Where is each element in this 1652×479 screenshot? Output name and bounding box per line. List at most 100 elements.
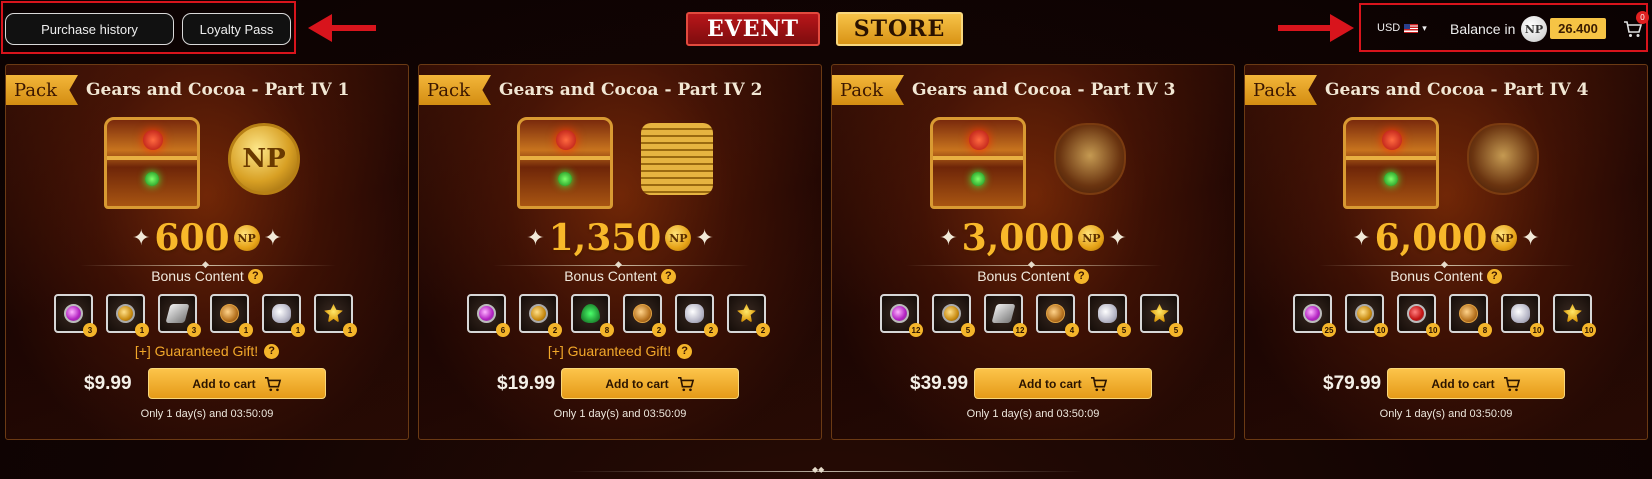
cart-count-badge: 0 <box>1636 11 1649 24</box>
add-to-cart-button[interactable]: Add to cart <box>1387 368 1565 399</box>
gift-label: [+] Guaranteed Gift! <box>547 343 672 359</box>
bonus-content-heading: Bonus Content ? <box>1245 268 1647 284</box>
bonus-content-heading: Bonus Content ? <box>419 268 821 284</box>
arrow-right-icon <box>1278 14 1354 42</box>
add-to-cart-button[interactable]: Add to cart <box>974 368 1152 399</box>
bonus-item[interactable]: 10 <box>1397 294 1440 337</box>
gold-bag-icon <box>1467 123 1539 195</box>
silver-ingot-icon <box>165 304 190 323</box>
flourish-right-icon: ✦ <box>1521 225 1540 250</box>
bonus-content-heading: Bonus Content ? <box>832 268 1234 284</box>
bonus-item[interactable]: 10 <box>1501 294 1544 337</box>
amber-gem-icon <box>942 304 961 323</box>
cart-icon <box>1503 376 1520 391</box>
bonus-item[interactable]: 2 <box>519 294 562 337</box>
item-qty-badge: 12 <box>909 323 923 337</box>
help-icon[interactable]: ? <box>660 268 676 284</box>
guaranteed-gift[interactable]: [+] Guaranteed Gift! ? <box>419 343 821 359</box>
treasure-chest-icon <box>930 117 1026 209</box>
cart-icon <box>264 376 281 391</box>
item-qty-badge: 2 <box>756 323 770 337</box>
np-coin-icon: NP <box>1521 16 1547 42</box>
medal-icon <box>1563 304 1582 323</box>
balance-label: Balance in <box>1450 21 1516 37</box>
help-icon[interactable]: ? <box>247 268 263 284</box>
currency-select[interactable]: USD ▾ <box>1377 22 1427 34</box>
bonus-item[interactable]: 25 <box>1293 294 1336 337</box>
offer-timer: Only 1 day(s) and 03:50:09 <box>1379 408 1513 420</box>
bonus-item[interactable]: 2 <box>727 294 770 337</box>
guaranteed-gift[interactable]: [+] Guaranteed Gift! ? <box>6 343 408 359</box>
bonus-item[interactable]: 8 <box>1449 294 1492 337</box>
offer-timer: Only 1 day(s) and 03:50:09 <box>553 408 687 420</box>
pack-card: Pack Gears and Cocoa - Part IV 4 ✦ 6,000… <box>1244 64 1648 440</box>
amber-gem-icon <box>529 304 548 323</box>
bonus-item[interactable]: 10 <box>1345 294 1388 337</box>
tab-store[interactable]: STORE <box>836 12 963 46</box>
bonus-item[interactable]: 5 <box>932 294 975 337</box>
np-coin-icon: NP <box>228 123 300 195</box>
bonus-items: 12 5 12 4 5 5 <box>880 294 1188 338</box>
treasure-chest-icon <box>104 117 200 209</box>
np-label: NP <box>242 144 286 174</box>
help-icon[interactable]: ? <box>1486 268 1502 284</box>
price: $9.99 <box>84 373 132 394</box>
bonus-item[interactable]: 5 <box>1088 294 1131 337</box>
bonus-item[interactable]: 1 <box>210 294 253 337</box>
offer-timer: Only 1 day(s) and 03:50:09 <box>140 408 274 420</box>
loyalty-pass-button[interactable]: Loyalty Pass <box>182 13 291 45</box>
cart-label: Add to cart <box>605 376 669 391</box>
treasure-chest-icon <box>517 117 613 209</box>
purple-gem-icon <box>477 304 496 323</box>
purple-gem-icon <box>64 304 83 323</box>
np-coin-icon: NP <box>1491 225 1518 251</box>
bonus-item[interactable]: 4 <box>1036 294 1079 337</box>
pack-tag: Pack <box>6 75 78 105</box>
bonus-item[interactable]: 1 <box>262 294 305 337</box>
add-to-cart-button[interactable]: Add to cart <box>148 368 326 399</box>
item-qty-badge: 10 <box>1582 323 1596 337</box>
divider <box>1319 259 1575 270</box>
bonus-item[interactable]: 1 <box>314 294 357 337</box>
bonus-content-heading: Bonus Content ? <box>6 268 408 284</box>
bonus-item[interactable]: 3 <box>54 294 97 337</box>
bonus-item[interactable]: 12 <box>984 294 1027 337</box>
tab-event[interactable]: EVENT <box>686 12 820 46</box>
pack-tag: Pack <box>1245 75 1317 105</box>
price: $79.99 <box>1323 373 1382 394</box>
help-icon[interactable]: ? <box>1073 268 1089 284</box>
medal-icon <box>1150 304 1169 323</box>
bonus-item[interactable]: 8 <box>571 294 614 337</box>
caret-down-icon: ▾ <box>1422 22 1427 33</box>
bonus-item[interactable]: 1 <box>106 294 149 337</box>
bonus-item[interactable]: 12 <box>880 294 923 337</box>
np-amount: 1,350 <box>548 217 662 259</box>
help-icon[interactable]: ? <box>677 343 693 359</box>
bonus-item[interactable]: 2 <box>623 294 666 337</box>
bonus-item[interactable]: 5 <box>1140 294 1183 337</box>
bonus-item[interactable]: 2 <box>675 294 718 337</box>
bonus-item[interactable]: 6 <box>467 294 510 337</box>
bonus-label: Bonus Content <box>977 268 1070 284</box>
item-qty-badge: 2 <box>704 323 718 337</box>
np-amount: 6,000 <box>1374 217 1488 259</box>
item-qty-badge: 12 <box>1013 323 1027 337</box>
item-qty-badge: 10 <box>1530 323 1544 337</box>
pack-tag: Pack <box>832 75 904 105</box>
price: $39.99 <box>910 373 969 394</box>
purchase-history-button[interactable]: Purchase history <box>5 13 174 45</box>
help-icon[interactable]: ? <box>264 343 280 359</box>
add-to-cart-button[interactable]: Add to cart <box>561 368 739 399</box>
price: $19.99 <box>497 373 556 394</box>
item-qty-badge: 5 <box>1169 323 1183 337</box>
bonus-items: 3 1 3 1 1 1 <box>54 294 362 338</box>
item-qty-badge: 2 <box>652 323 666 337</box>
bonus-item[interactable]: 10 <box>1553 294 1596 337</box>
bonus-item[interactable]: 3 <box>158 294 201 337</box>
np-amount-row: ✦ 6,000 NP ✦ <box>1245 217 1647 259</box>
np-amount-row: ✦ 1,350 NP ✦ <box>419 217 821 259</box>
item-qty-badge: 5 <box>961 323 975 337</box>
pack-card: Pack Gears and Cocoa - Part IV 1 NP ✦ 60… <box>5 64 409 440</box>
bonus-items: 6 2 8 2 2 2 <box>467 294 775 338</box>
item-qty-badge: 1 <box>291 323 305 337</box>
